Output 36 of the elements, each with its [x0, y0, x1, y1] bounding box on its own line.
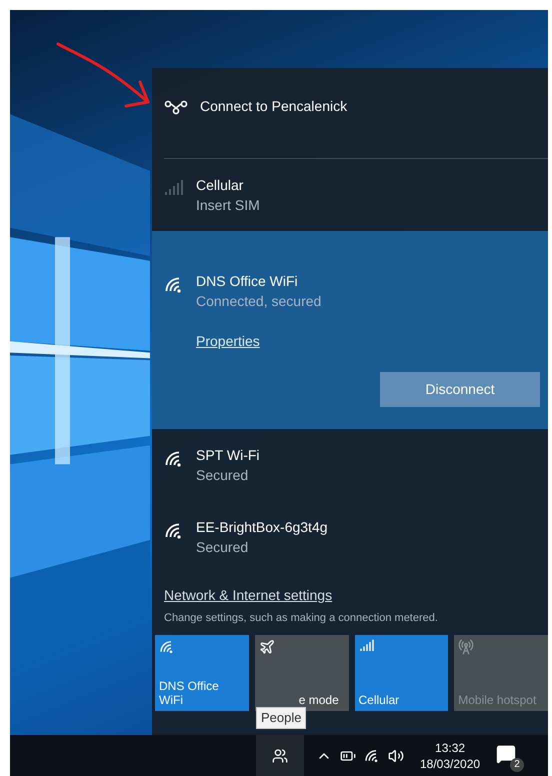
wifi-icon [159, 639, 175, 655]
people-icon [272, 748, 288, 764]
network-item-selected[interactable]: DNS Office WiFi Connected, secured Properties Disconnect [152, 231, 548, 429]
settings-link[interactable]: Network & Internet settings [164, 585, 332, 606]
clock-date: 18/03/2020 [420, 756, 480, 772]
network-name: SPT Wi-Fi [196, 446, 260, 465]
notification-badge: 2 [510, 758, 524, 772]
network-name: EE-BrightBox-6g3t4g [196, 518, 328, 537]
signal-bars-icon [358, 639, 374, 651]
connect-button[interactable]: Connect to Pencalenick [164, 96, 348, 117]
quick-action-tile[interactable]: e mode [254, 635, 348, 711]
volume-icon[interactable] [388, 748, 404, 764]
airplane-icon [258, 639, 275, 655]
notifications-icon[interactable] [496, 744, 516, 764]
settings-description: Change settings, such as making a connection metered. [164, 611, 439, 626]
network-item[interactable]: Cellular Insert SIM [152, 159, 548, 231]
network-name: Cellular [196, 176, 244, 195]
network-item[interactable]: EE-BrightBox-6g3t4g Secured [152, 501, 548, 573]
link-icon [164, 98, 188, 114]
clock-time: 13:32 [435, 740, 466, 756]
network-status: Connected, secured [196, 292, 322, 311]
people-button[interactable] [256, 735, 304, 776]
tooltip: People [256, 707, 306, 728]
disconnect-button[interactable]: Disconnect [380, 372, 540, 407]
hotspot-icon [458, 639, 474, 655]
wifi-icon [364, 748, 380, 764]
quick-action-tile[interactable]: DNS Office WiFi [155, 635, 249, 711]
clock[interactable]: 13:32 18/03/2020 [420, 740, 480, 772]
network-status: Secured [196, 466, 250, 485]
quick-action-tile[interactable]: Cellular [354, 635, 448, 711]
network-item[interactable]: SPT Wi-Fi Secured [152, 429, 548, 501]
network-status: Secured [196, 538, 250, 557]
network-status: Insert SIM [196, 196, 260, 215]
properties-link[interactable]: Properties [196, 331, 260, 352]
signal-bars-icon [164, 179, 184, 195]
network-name: DNS Office WiFi [196, 272, 299, 291]
